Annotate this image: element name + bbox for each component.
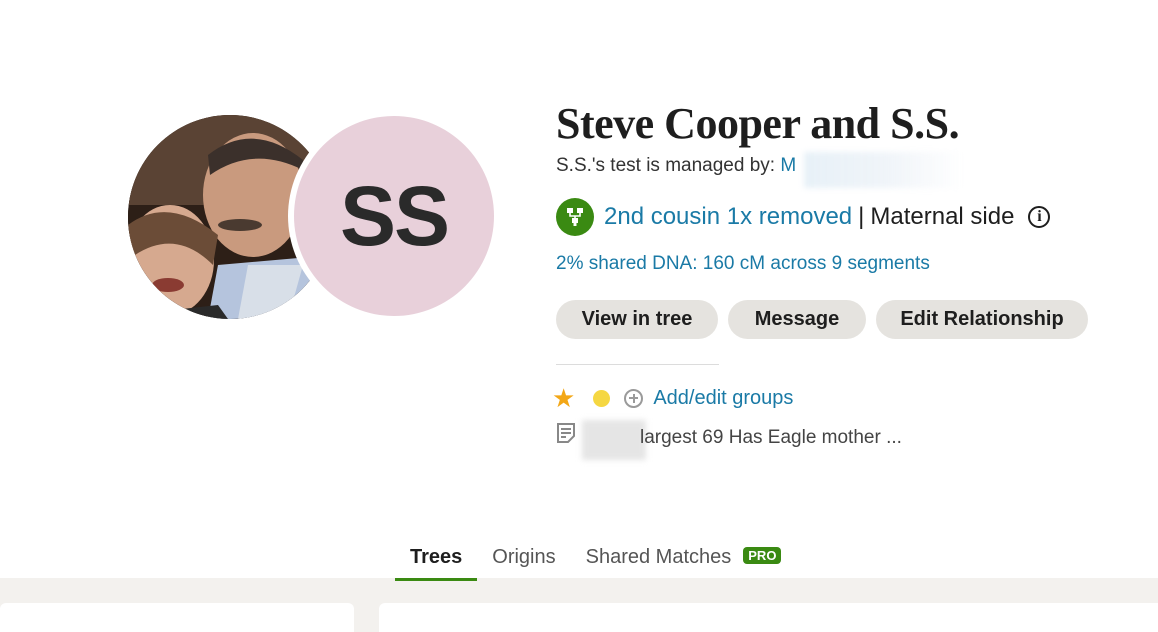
groups-row: ★ Add/edit groups: [552, 385, 793, 411]
add-edit-groups-link[interactable]: Add/edit groups: [653, 387, 793, 410]
note-row: [556, 422, 576, 444]
redacted-note-prefix: [582, 420, 646, 460]
managed-by-line: S.S.'s test is managed by: M: [556, 155, 796, 177]
avatar-initials: SS: [294, 116, 494, 316]
pro-badge: PRO: [743, 547, 782, 564]
managed-by-label: S.S.'s test is managed by:: [556, 155, 781, 176]
dna-tree-icon: [556, 198, 594, 236]
info-icon[interactable]: i: [1028, 206, 1051, 228]
content-card-right: [379, 603, 1158, 632]
star-icon[interactable]: ★: [552, 385, 575, 411]
tab-trees-label: Trees: [410, 546, 463, 568]
plus-circle-icon[interactable]: [624, 388, 644, 408]
match-name-heading: Steve Cooper and S.S.: [556, 99, 960, 148]
relationship-row: 2nd cousin 1x removed | Maternal side i: [556, 198, 1051, 236]
tab-origins[interactable]: Origins: [477, 540, 570, 578]
tab-trees[interactable]: Trees: [395, 540, 478, 581]
relationship-side: Maternal side: [870, 203, 1015, 230]
shared-dna-link[interactable]: 2% shared DNA: 160 cM across 9 segments: [556, 253, 930, 275]
tab-shared-matches-label: Shared Matches: [585, 546, 732, 568]
manager-link[interactable]: M: [780, 155, 796, 176]
view-in-tree-button[interactable]: View in tree: [556, 300, 718, 339]
relationship-link[interactable]: 2nd cousin 1x removed: [604, 203, 852, 231]
relationship-separator: |: [858, 203, 865, 230]
tab-origins-label: Origins: [492, 546, 556, 568]
redacted-manager-name: [804, 152, 964, 188]
note-text[interactable]: largest 69 Has Eagle mother ...: [640, 427, 902, 449]
divider: [556, 364, 719, 365]
match-profile-page: SS Steve Cooper and S.S. S.S.'s test is …: [0, 0, 1158, 632]
note-icon: [556, 422, 576, 444]
content-card-left: [0, 603, 354, 632]
message-button[interactable]: Message: [728, 300, 866, 339]
edit-relationship-button[interactable]: Edit Relationship: [876, 300, 1088, 339]
tab-shared-matches[interactable]: Shared Matches PRO: [571, 540, 797, 578]
initials-avatar: SS: [288, 110, 500, 322]
tab-bar: Trees Origins Shared Matches PRO: [395, 540, 797, 581]
group-dot-icon[interactable]: [593, 389, 611, 407]
